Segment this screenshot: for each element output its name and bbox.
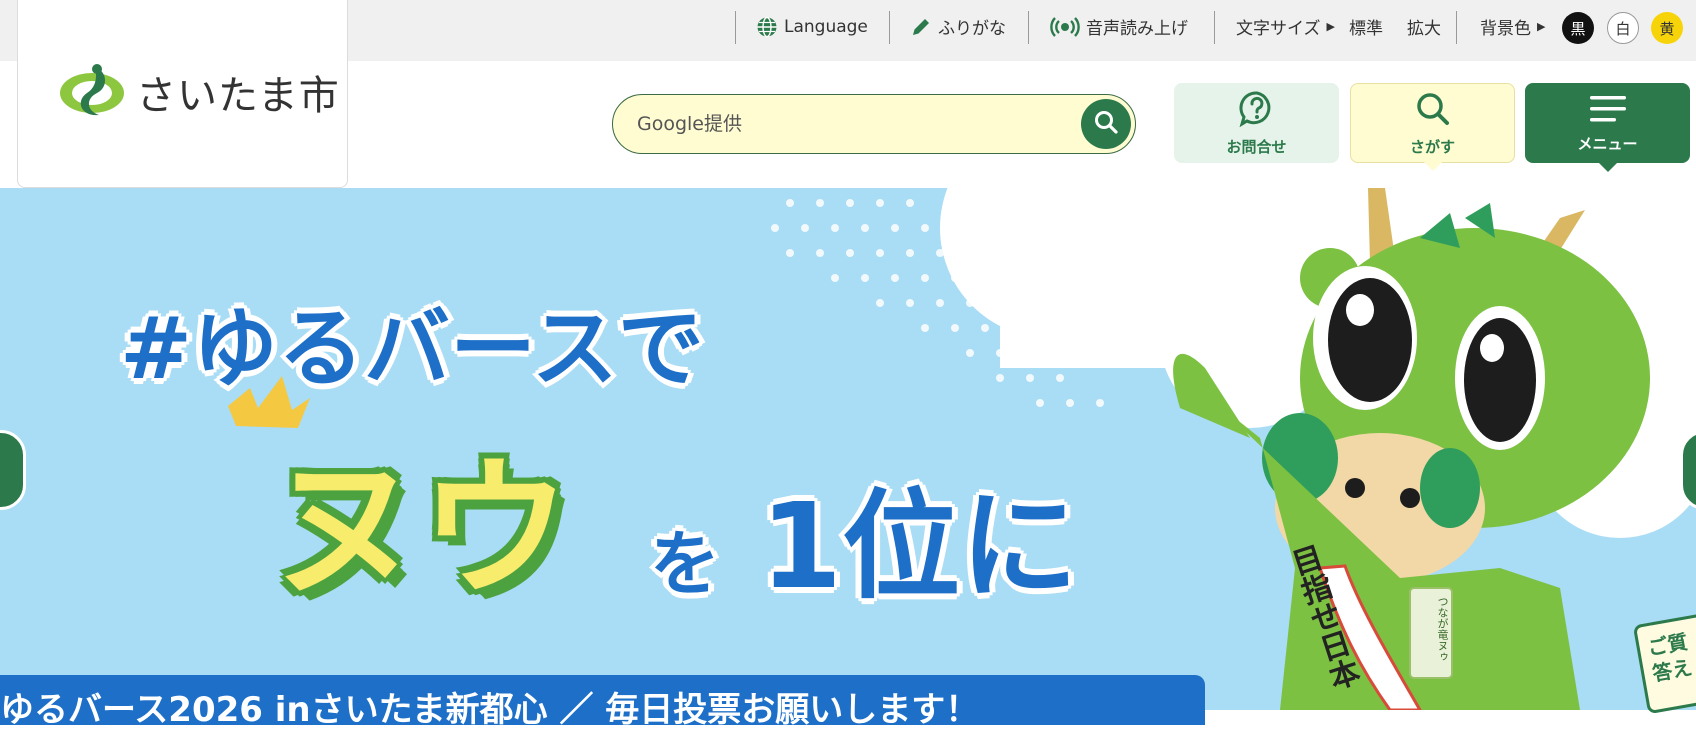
bg-color-control: 背景色 ▶ — [1480, 0, 1559, 53]
divider — [1214, 11, 1215, 44]
bg-yellow-button[interactable]: 黄 — [1651, 12, 1683, 44]
hero-banner[interactable]: #ゆるバースで ヌウ を 1位に 目指せ日本 つなが竜ヌゥ — [0, 188, 1696, 710]
question-card-line2: 答え — [1650, 655, 1694, 686]
find-label: さがす — [1409, 137, 1455, 156]
hero-rank-particle: を — [650, 523, 720, 605]
carousel-prev-button[interactable] — [0, 430, 26, 510]
triangle-right-icon: ▶ — [1537, 20, 1546, 33]
font-size-large-button[interactable]: 拡大 — [1407, 14, 1441, 39]
divider — [735, 11, 736, 44]
bg-black-button[interactable]: 黒 — [1562, 12, 1594, 44]
site-search — [612, 94, 1136, 154]
logo-link[interactable]: さいたま市 — [17, 0, 348, 188]
search-input[interactable] — [637, 107, 1037, 141]
divider — [889, 11, 890, 44]
city-name-logo: さいたま市 — [136, 73, 340, 119]
city-emblem-icon — [57, 61, 127, 123]
hamburger-icon — [1588, 93, 1628, 129]
bg-color-label: 背景色 — [1480, 19, 1531, 39]
name-badge-text: つなが竜ヌゥ — [1436, 596, 1449, 662]
contact-button[interactable]: お問合せ — [1174, 83, 1339, 163]
font-size-standard-button[interactable]: 標準 — [1349, 14, 1383, 39]
divider — [1456, 11, 1457, 44]
contact-label: お問合せ — [1226, 137, 1287, 156]
furigana-link[interactable]: ふりがな — [910, 0, 1006, 53]
question-bubble-icon — [1238, 90, 1276, 132]
globe-icon — [756, 16, 778, 38]
pencil-icon — [910, 16, 932, 38]
triangle-right-icon: ▶ — [1326, 20, 1335, 33]
language-label: Language — [784, 16, 868, 37]
find-button[interactable]: さがす — [1350, 83, 1515, 171]
hero-hashtag-line: #ゆるバースで — [120, 299, 704, 399]
font-size-control: 文字サイズ ▶ 標準 拡大 — [1236, 0, 1441, 53]
font-size-label: 文字サイズ — [1236, 19, 1321, 39]
magnifier-icon — [1093, 109, 1119, 139]
magnifier-icon — [1414, 90, 1452, 132]
hero-rank-text: 1位に — [760, 477, 1079, 615]
menu-button[interactable]: メニュー — [1525, 83, 1690, 172]
read-aloud-link[interactable]: 音声読み上げ — [1050, 0, 1188, 53]
hero-mascot-name: ヌウ — [270, 443, 571, 617]
search-submit-button[interactable] — [1081, 99, 1131, 149]
menu-label: メニュー — [1577, 134, 1638, 153]
read-aloud-label: 音声読み上げ — [1086, 19, 1188, 39]
divider — [1028, 11, 1029, 44]
language-link[interactable]: Language — [756, 0, 868, 53]
furigana-label: ふりがな — [938, 19, 1006, 39]
pointer-notch — [1423, 162, 1442, 171]
broadcast-icon — [1050, 16, 1080, 38]
pointer-notch — [1598, 163, 1617, 172]
bg-white-button[interactable]: 白 — [1607, 12, 1639, 44]
hero-caption: ゆるバース2026 inさいたま新都心 ／ 毎日投票お願いします！ — [0, 690, 980, 730]
